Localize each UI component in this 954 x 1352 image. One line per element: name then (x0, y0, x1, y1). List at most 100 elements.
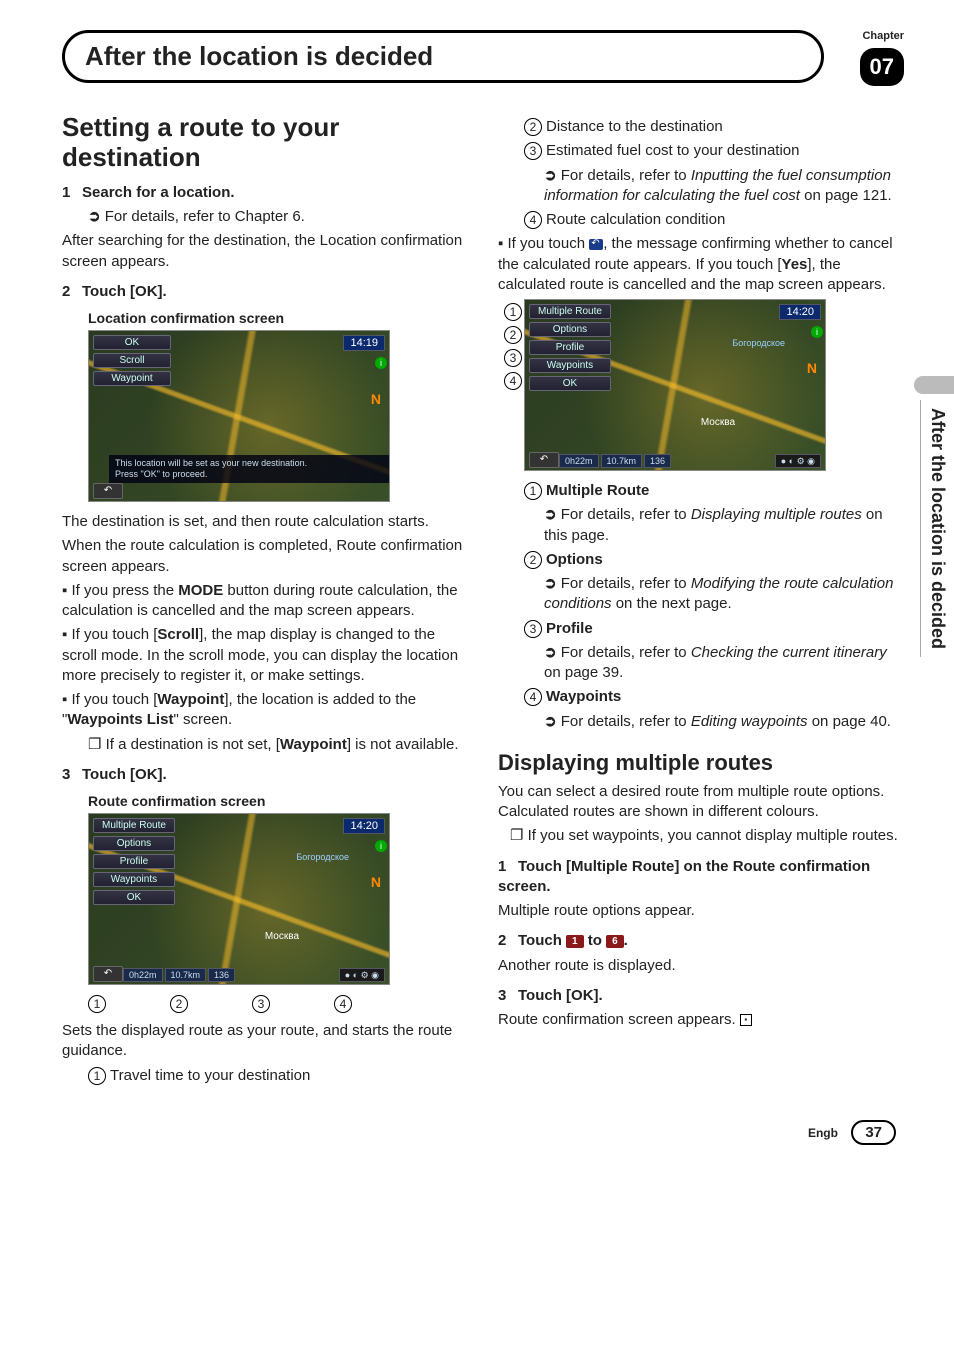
side-callout-1: 1 (504, 303, 522, 321)
status-time: 0h22m (123, 968, 163, 982)
callouts-row: 1 2 3 4 (88, 995, 468, 1013)
status-icons: ● ◐ ⚙ ◉ (339, 968, 385, 982)
scroll-button[interactable]: Scroll (93, 353, 171, 368)
bullet-mode: If you press the MODE button during rout… (62, 581, 468, 622)
map-area-label: Богородское (732, 338, 785, 348)
compass-icon: N (371, 391, 381, 407)
map-area-label: Богородское (296, 852, 349, 862)
profile-button[interactable]: Profile (93, 854, 175, 869)
step-2: 2Touch [OK]. (62, 282, 468, 302)
back-icon[interactable]: ↶ (529, 452, 559, 468)
info-icon: i (375, 840, 387, 852)
side-tab-label: After the location is decided (920, 400, 954, 657)
options-button[interactable]: Options (529, 322, 611, 337)
side-callout-2: 2 (504, 326, 522, 344)
back-blue-icon (589, 239, 603, 250)
status-distance: 10.7km (165, 968, 207, 982)
callout-3: 3 (252, 995, 270, 1013)
def-waypoints-detail: For details, refer to Editing waypoints … (498, 712, 904, 732)
status-time: 0h22m (559, 454, 599, 468)
button-column: Multiple Route Options Profile Waypoints… (529, 304, 611, 391)
time-display: 14:20 (343, 818, 385, 834)
def-profile-detail: For details, refer to Checking the curre… (498, 643, 904, 684)
waypoints-button[interactable]: Waypoints (93, 872, 175, 887)
mr-step-2-after: Another route is displayed. (498, 956, 904, 976)
info-icon: i (375, 357, 387, 369)
button-column: Multiple Route Options Profile Waypoints… (93, 818, 175, 905)
status-bar: 0h22m 10.7km 136 ● ◐ ⚙ ◉ (123, 968, 385, 982)
page-footer: Engb 37 (62, 1120, 904, 1145)
def-multiple-route-detail: For details, refer to Displaying multipl… (498, 505, 904, 546)
time-display: 14:20 (779, 304, 821, 320)
time-display: 14:19 (343, 335, 385, 351)
mr-step-3: 3Touch [OK]. (498, 986, 904, 1006)
heading-displaying-multiple-routes: Displaying multiple routes (498, 750, 904, 776)
step-1-after: After searching for the destination, the… (62, 231, 468, 272)
route-tab-1-icon: 1 (566, 935, 584, 948)
status-cost: 136 (208, 968, 235, 982)
section-end-icon: ▪ (740, 1014, 752, 1026)
back-icon[interactable]: ↶ (93, 966, 123, 982)
note-waypoints-no-multiple: If you set waypoints, you cannot display… (498, 826, 904, 846)
ok-button[interactable]: OK (529, 376, 611, 391)
callout-3-detail: For details, refer to Inputting the fuel… (498, 166, 904, 207)
profile-button[interactable]: Profile (529, 340, 611, 355)
multiple-route-button[interactable]: Multiple Route (93, 818, 175, 833)
screenshot-location-confirmation: 14:19 i OK Scroll Waypoint N This locati… (88, 330, 390, 502)
def-multiple-route: 1Multiple Route (498, 481, 904, 501)
right-column: 2Distance to the destination 3Estimated … (498, 113, 904, 1090)
page-title: After the location is decided (62, 30, 824, 83)
screenshot-route-confirmation-1: 14:20 i Multiple Route Options Profile W… (88, 813, 390, 985)
caption-location-confirmation: Location confirmation screen (88, 310, 468, 326)
multiple-route-button[interactable]: Multiple Route (529, 304, 611, 319)
def-profile: 3Profile (498, 619, 904, 639)
para-route-complete: When the route calculation is completed,… (62, 536, 468, 577)
status-distance: 10.7km (601, 454, 643, 468)
map-city-label: Москва (701, 417, 735, 428)
mr-step-3-after: Route confirmation screen appears. ▪ (498, 1010, 904, 1030)
bullet-cancel-route: If you touch , the message confirming wh… (498, 234, 904, 295)
def-waypoints: 4Waypoints (498, 687, 904, 707)
screenshot-route-confirmation-2: 14:20 i Multiple Route Options Profile W… (524, 299, 826, 471)
waypoint-button[interactable]: Waypoint (93, 371, 171, 386)
options-button[interactable]: Options (93, 836, 175, 851)
footer-language: Engb (808, 1126, 838, 1140)
map-city-label: Москва (265, 931, 299, 942)
callout-4: 4 (334, 995, 352, 1013)
bullet-scroll: If you touch [Scroll], the map display i… (62, 625, 468, 686)
callout-desc-4: 4Route calculation condition (498, 210, 904, 230)
note-waypoint-unavailable: If a destination is not set, [Waypoint] … (62, 735, 468, 755)
side-callout-3: 3 (504, 349, 522, 367)
chapter-number-badge: 07 (860, 48, 904, 86)
def-options: 2Options (498, 550, 904, 570)
step-1: 1Search for a location. (62, 183, 468, 203)
side-callouts: 1 2 3 4 (504, 303, 526, 390)
side-callout-4: 4 (504, 372, 522, 390)
chapter-label: Chapter (862, 30, 904, 42)
compass-icon: N (371, 874, 381, 890)
back-icon[interactable]: ↶ (93, 483, 123, 499)
waypoints-button[interactable]: Waypoints (529, 358, 611, 373)
ok-button[interactable]: OK (93, 890, 175, 905)
caption-route-confirmation: Route confirmation screen (88, 793, 468, 809)
step-3: 3Touch [OK]. (62, 765, 468, 785)
def-options-detail: For details, refer to Modifying the rout… (498, 574, 904, 615)
mr-step-1-after: Multiple route options appear. (498, 901, 904, 921)
info-icon: i (811, 326, 823, 338)
heading-setting-route: Setting a route to your destination (62, 113, 468, 173)
route-tab-6-icon: 6 (606, 935, 624, 948)
callout-desc-1: 1Travel time to your destination (62, 1066, 468, 1086)
callout-desc-3: 3Estimated fuel cost to your destination (498, 141, 904, 161)
step-1-detail: For details, refer to Chapter 6. (62, 207, 468, 227)
ok-button[interactable]: OK (93, 335, 171, 350)
callout-2: 2 (170, 995, 188, 1013)
status-cost: 136 (644, 454, 671, 468)
side-tab-accent (914, 376, 954, 394)
footer-page-number: 37 (851, 1120, 896, 1145)
mr-step-2: 2Touch 1 to 6. (498, 931, 904, 951)
mr-step-1: 1Touch [Multiple Route] on the Route con… (498, 857, 904, 898)
message-bar: This location will be set as your new de… (109, 455, 389, 483)
callout-desc-2: 2Distance to the destination (498, 117, 904, 137)
left-column: Setting a route to your destination 1Sea… (62, 113, 468, 1090)
para-multiple-routes: You can select a desired route from mult… (498, 782, 904, 823)
